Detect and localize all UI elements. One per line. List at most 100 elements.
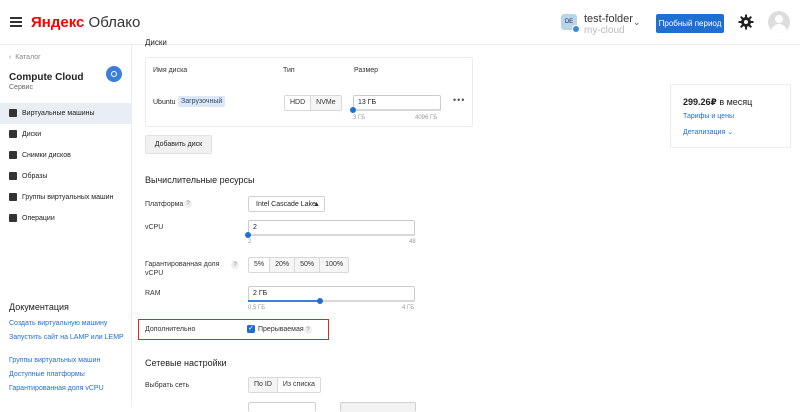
price-card: 299.26₽ в месяц Тарифы и цены Детализаци… bbox=[670, 84, 791, 148]
col-disk-type: Тип bbox=[283, 67, 295, 74]
price-total: 299.26₽ в месяц bbox=[683, 97, 752, 108]
sidebar-item-vms[interactable]: Виртуальные машины bbox=[0, 103, 131, 124]
vcpu-knob[interactable] bbox=[245, 232, 251, 238]
disk-type-toggle: HDD NVMe bbox=[284, 95, 342, 111]
doc-link-vm-groups[interactable]: Группы виртуальных машин bbox=[9, 356, 127, 365]
sort-arrows-icon: ▲︎ bbox=[313, 201, 320, 208]
top-bar: Яндекс Облако DE test-folder my-cloud ⌄ … bbox=[0, 0, 800, 45]
vcpu-min: 2 bbox=[248, 239, 252, 245]
disk-name: Ubuntu bbox=[153, 99, 176, 106]
network-from-list[interactable]: Из списка bbox=[277, 378, 320, 392]
network-section-title: Сетевые настройки bbox=[145, 358, 227, 368]
sidebar-item-disks[interactable]: Диски bbox=[0, 124, 131, 145]
disk-card: Имя диска Тип Размер Ubuntu Загрузочный … bbox=[145, 57, 473, 127]
sidebar-item-label: Виртуальные машины bbox=[22, 110, 95, 117]
price-period: в месяц bbox=[719, 97, 753, 107]
sidebar-item-label: Снимки дисков bbox=[22, 152, 71, 159]
details-label: Детализация bbox=[683, 129, 726, 136]
compute-cloud-icon bbox=[106, 66, 122, 82]
disk-size-input[interactable]: 13 ГБ bbox=[353, 95, 441, 110]
sidebar-item-label: Операции bbox=[22, 215, 55, 222]
platform-value: Intel Cascade Lake bbox=[256, 201, 316, 208]
ram-label: RAM bbox=[145, 290, 161, 297]
doc-link-vcpu-share[interactable]: Гарантированная доля vCPU bbox=[9, 384, 127, 393]
tariffs-link[interactable]: Тарифы и цены bbox=[683, 113, 734, 120]
share-5[interactable]: 5% bbox=[249, 258, 271, 272]
disk-size-max: 4096 ГБ bbox=[415, 115, 438, 121]
folder-name[interactable]: test-folder bbox=[584, 13, 633, 25]
sidebar-nav: Виртуальные машины Диски Снимки дисков О… bbox=[0, 103, 131, 229]
snapshot-icon bbox=[9, 151, 17, 159]
disk-type-hdd[interactable]: HDD bbox=[285, 96, 312, 110]
share-50[interactable]: 50% bbox=[295, 258, 321, 272]
details-link[interactable]: Детализация ⌄ bbox=[683, 128, 733, 136]
folder-icon[interactable]: DE bbox=[561, 14, 580, 33]
disk-icon bbox=[9, 130, 17, 138]
avatar[interactable] bbox=[768, 11, 790, 33]
price-value: 299.26₽ bbox=[683, 97, 717, 107]
service-subtitle: Сервис bbox=[9, 84, 33, 91]
doc-link-lamp[interactable]: Запустить сайт на LAMP или LEMP bbox=[9, 333, 127, 342]
ram-max: 4 ГБ bbox=[402, 305, 415, 311]
network-by-id[interactable]: По ID bbox=[249, 378, 278, 392]
folder-initials: DE bbox=[564, 19, 574, 25]
more-icon[interactable]: ••• bbox=[453, 95, 465, 105]
platform-select[interactable]: Intel Cascade Lake ▲︎ bbox=[248, 196, 325, 212]
disk-size-slider[interactable] bbox=[353, 109, 441, 111]
share-100[interactable]: 100% bbox=[320, 258, 349, 272]
chevron-down-icon[interactable]: ⌄ bbox=[633, 17, 641, 28]
sidebar-item-operations[interactable]: Операции bbox=[0, 208, 131, 229]
disk-type-nvme[interactable]: NVMe bbox=[311, 96, 341, 110]
sidebar-item-label: Группы виртуальных машин bbox=[22, 194, 114, 201]
operations-icon bbox=[9, 214, 17, 222]
vcpu-slider[interactable] bbox=[248, 234, 415, 236]
col-disk-name: Имя диска bbox=[153, 67, 188, 74]
subnet-select[interactable] bbox=[340, 402, 416, 412]
trial-button[interactable]: Пробный период bbox=[656, 14, 724, 33]
vcpu-label: vCPU bbox=[145, 224, 164, 231]
highlight-box bbox=[138, 319, 329, 340]
sidebar-item-snapshots[interactable]: Снимки дисков bbox=[0, 145, 131, 166]
doc-link-create-vm[interactable]: Создать виртуальную машину bbox=[9, 319, 127, 328]
logo[interactable]: Яндекс Облако bbox=[31, 14, 140, 31]
sidebar-item-images[interactable]: Образы bbox=[0, 166, 131, 187]
disk-size-min: 3 ГБ bbox=[353, 115, 366, 121]
network-mode-toggle: По ID Из списка bbox=[248, 377, 321, 393]
vm-group-icon bbox=[9, 193, 17, 201]
docs-title: Документация bbox=[9, 302, 69, 312]
compute-section-title: Вычислительные ресурсы bbox=[145, 175, 255, 185]
vcpu-max: 48 bbox=[409, 239, 416, 245]
help-icon[interactable]: ? bbox=[184, 200, 192, 208]
folder-cloud: my-cloud bbox=[584, 25, 625, 36]
add-disk-button[interactable]: Добавить диск bbox=[145, 135, 212, 154]
platform-label: Платформа bbox=[145, 201, 184, 208]
chevron-down-icon: ⌄ bbox=[727, 129, 734, 136]
back-link[interactable]: ‹ Каталог bbox=[9, 54, 41, 61]
help-icon[interactable]: ? bbox=[231, 261, 239, 269]
cloud-dot-icon bbox=[572, 25, 580, 33]
service-title: Compute Cloud bbox=[9, 72, 84, 83]
boot-badge: Загрузочный bbox=[178, 96, 226, 107]
sidebar-item-label: Образы bbox=[22, 173, 48, 180]
share-20[interactable]: 20% bbox=[270, 258, 296, 272]
ram-knob[interactable] bbox=[316, 298, 323, 304]
logo-product: Облако bbox=[88, 14, 141, 31]
network-choose-label: Выбрать сеть bbox=[145, 382, 190, 389]
disks-section-title: Диски bbox=[145, 38, 167, 47]
ram-input[interactable]: 2 ГБ bbox=[248, 286, 415, 301]
image-icon bbox=[9, 172, 17, 180]
sidebar-item-label: Диски bbox=[22, 131, 42, 138]
gear-icon[interactable] bbox=[738, 14, 754, 30]
vcpu-input[interactable]: 2 bbox=[248, 220, 415, 235]
sidebar: ‹ Каталог Compute Cloud Сервис Виртуальн… bbox=[0, 45, 132, 407]
sidebar-item-vm-groups[interactable]: Группы виртуальных машин bbox=[0, 187, 131, 208]
ram-slider-fill bbox=[248, 300, 320, 302]
menu-icon[interactable] bbox=[10, 17, 22, 27]
disk-size-knob[interactable] bbox=[350, 107, 357, 113]
vm-icon bbox=[9, 109, 17, 117]
vcpu-share-label: Гарантированная доля vCPU bbox=[145, 261, 220, 277]
network-select[interactable] bbox=[248, 402, 316, 412]
doc-link-platforms[interactable]: Доступные платформы bbox=[9, 370, 127, 379]
vcpu-share-toggle: 5% 20% 50% 100% bbox=[248, 257, 350, 273]
ram-min: 0.5 ГБ bbox=[248, 305, 266, 311]
